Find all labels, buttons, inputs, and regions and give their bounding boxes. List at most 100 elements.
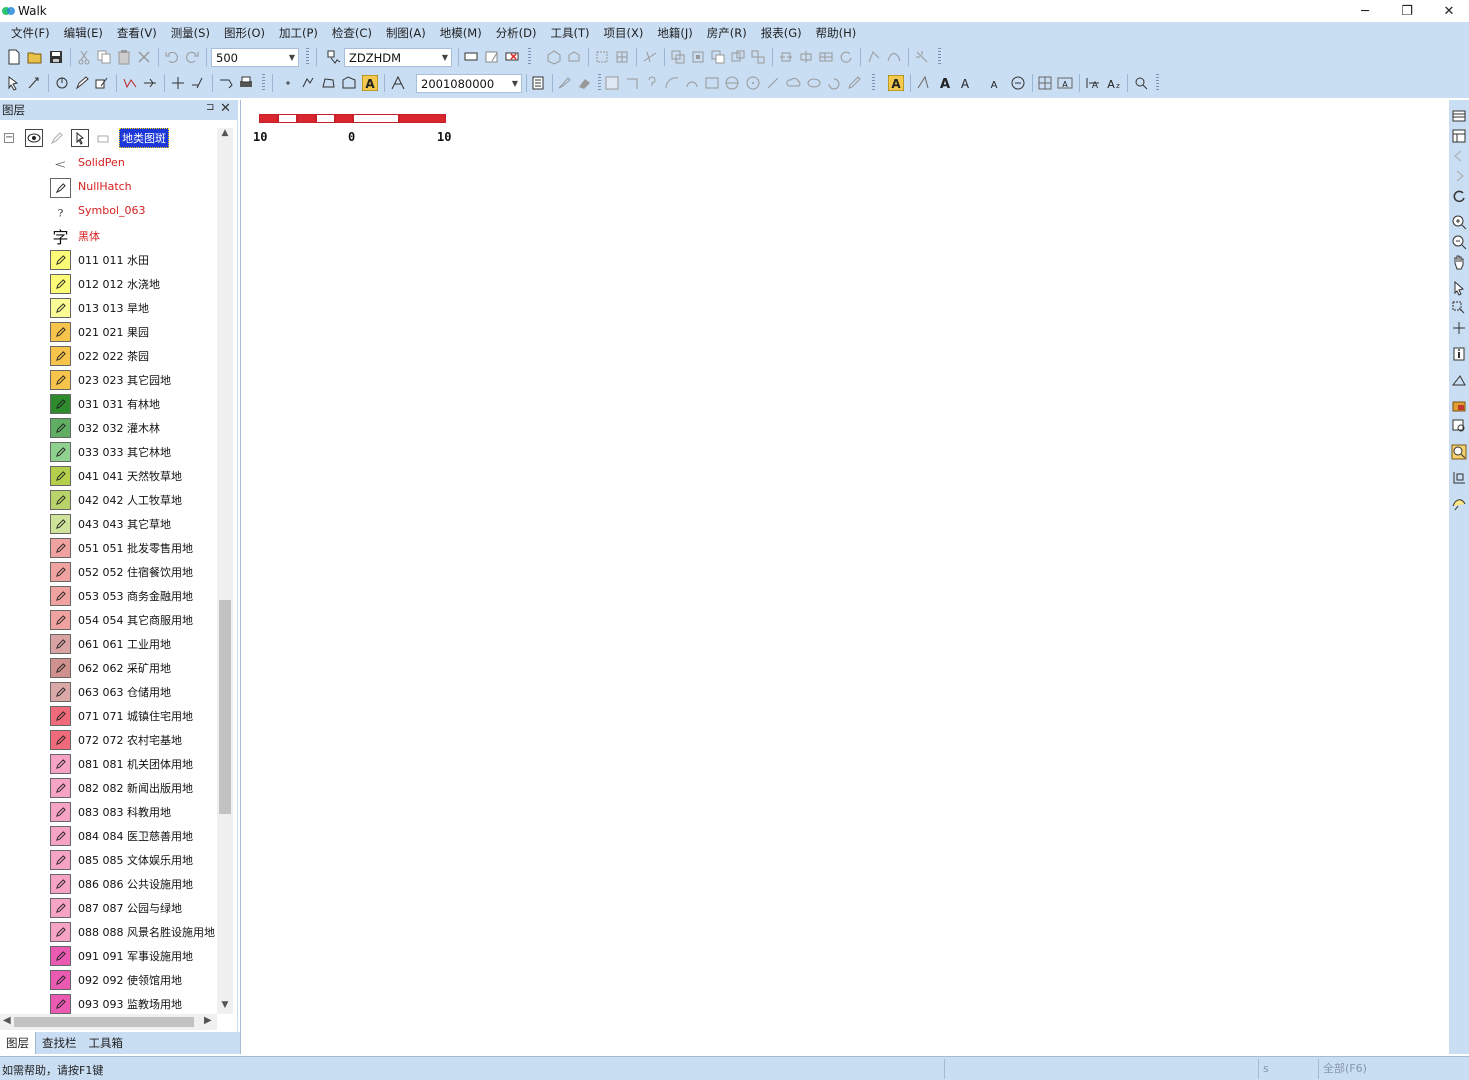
layer-row[interactable]: 021 021 果园 — [0, 319, 217, 343]
layer-vertical-scrollbar[interactable]: ▲ ▼ — [217, 128, 233, 1014]
menu-graphics[interactable]: 图形(O) — [217, 25, 272, 41]
arc-icon[interactable] — [664, 75, 680, 91]
layer-color-swatch[interactable] — [50, 898, 71, 918]
layer-row[interactable]: 031 031 有林地 — [0, 391, 217, 415]
layer-color-swatch[interactable] — [50, 418, 71, 438]
layer-color-swatch[interactable] — [50, 538, 71, 558]
menu-check[interactable]: 检查(C) — [325, 25, 379, 41]
menu-cadastre[interactable]: 地籍(J) — [650, 25, 699, 41]
layer-color-swatch[interactable] — [50, 922, 71, 942]
dimension-icon[interactable] — [765, 75, 781, 91]
feature-code-combo[interactable]: 2001080000 ▼ — [416, 74, 522, 93]
snap-icon[interactable] — [94, 129, 112, 147]
menu-property[interactable]: 房产(R) — [700, 25, 754, 41]
symbol-icon[interactable] — [390, 75, 406, 91]
tab-layers[interactable]: 图层 — [0, 1032, 36, 1054]
layer-row[interactable]: 022 022 茶园 — [0, 343, 217, 367]
table-view-icon[interactable] — [1451, 128, 1467, 144]
layer-row[interactable]: 052 052 住宿餐饮用地 — [0, 559, 217, 583]
pointer-icon[interactable] — [1451, 280, 1467, 296]
layer-row[interactable]: 087 087 公园与绿地 — [0, 895, 217, 919]
collapse-icon[interactable]: − — [4, 133, 14, 143]
extend-line-icon[interactable] — [190, 75, 206, 91]
new-file-icon[interactable] — [6, 49, 22, 65]
layer-row[interactable]: 012 012 水浇地 — [0, 271, 217, 295]
back-arrow-icon[interactable] — [1451, 148, 1467, 164]
brush-icon[interactable] — [556, 75, 572, 91]
offset-icon[interactable] — [710, 49, 726, 65]
corner-icon[interactable] — [624, 75, 640, 91]
style-row[interactable]: ? Symbol_063 — [0, 199, 217, 223]
open-folder-icon[interactable] — [27, 49, 43, 65]
text-icon[interactable]: A — [362, 75, 378, 91]
layer-row[interactable]: 032 032 灌木林 — [0, 415, 217, 439]
layer-row[interactable]: 082 082 新闻出版用地 — [0, 775, 217, 799]
ellipse-icon[interactable] — [806, 75, 822, 91]
layer-row[interactable]: 081 081 机关团体用地 — [0, 751, 217, 775]
refresh-icon[interactable] — [838, 49, 854, 65]
text-align-icon[interactable]: A — [1085, 75, 1101, 91]
edit-disabled-icon[interactable] — [48, 129, 66, 147]
menu-help[interactable]: 帮助(H) — [809, 25, 864, 41]
drawing-canvas[interactable]: 10 0 10 — [240, 100, 1448, 1054]
ring-icon[interactable] — [826, 75, 842, 91]
properties-icon[interactable] — [484, 49, 500, 65]
menu-analysis[interactable]: 分析(D) — [489, 25, 544, 41]
style-row[interactable]: SolidPen — [0, 151, 217, 175]
layer-color-swatch[interactable] — [50, 298, 71, 318]
coordinate-icon[interactable] — [1451, 470, 1467, 486]
layer-color-swatch[interactable] — [50, 394, 71, 414]
layer-color-swatch[interactable] — [50, 442, 71, 462]
model-icon[interactable] — [566, 49, 582, 65]
zoom-out-icon[interactable] — [1451, 234, 1467, 250]
layer-color-swatch[interactable] — [50, 610, 71, 630]
3d-view-icon[interactable] — [546, 49, 562, 65]
crosshair-icon[interactable] — [1451, 320, 1467, 336]
layer-color-swatch[interactable] — [50, 466, 71, 486]
layer-row[interactable]: 083 083 科教用地 — [0, 799, 217, 823]
layer-row[interactable]: 051 051 批发零售用地 — [0, 535, 217, 559]
cross-line-icon[interactable] — [170, 75, 186, 91]
cloud-icon[interactable] — [786, 75, 802, 91]
maximize-button[interactable]: ❐ — [1385, 0, 1429, 22]
rectangle-icon[interactable] — [704, 75, 720, 91]
move-entity-icon[interactable] — [690, 49, 706, 65]
layer-color-swatch[interactable] — [50, 970, 71, 990]
node-pick-icon[interactable] — [26, 75, 42, 91]
point-icon[interactable] — [280, 75, 296, 91]
text-style-icon[interactable]: A — [888, 75, 904, 91]
scroll-up-icon[interactable]: ▲ — [217, 128, 233, 142]
layer-code-combo[interactable]: ZDZHDM ▼ — [344, 48, 452, 67]
layer-color-swatch[interactable] — [50, 802, 71, 822]
layer-color-swatch[interactable] — [50, 370, 71, 390]
scale-combo[interactable]: 500 ▼ — [211, 48, 299, 67]
layer-color-swatch[interactable] — [50, 634, 71, 654]
layer-row[interactable]: 023 023 其它园地 — [0, 367, 217, 391]
scroll-down-icon[interactable]: ▼ — [217, 1000, 233, 1014]
paste-icon[interactable] — [116, 49, 132, 65]
window-select-icon[interactable] — [1451, 300, 1467, 316]
layer-row[interactable]: 088 088 风景名胜设施用地 — [0, 919, 217, 943]
undo-icon[interactable] — [164, 49, 180, 65]
close-panel-icon[interactable]: ✕ — [220, 101, 231, 116]
polyline-icon[interactable] — [122, 75, 138, 91]
grid-text-icon[interactable] — [1037, 75, 1053, 91]
text-find-icon[interactable] — [1010, 75, 1026, 91]
layer-root-row[interactable]: − 地类图斑 — [0, 127, 217, 149]
layer-color-swatch[interactable] — [50, 346, 71, 366]
layer-row[interactable]: 086 086 公共设施用地 — [0, 871, 217, 895]
pointer-select-icon[interactable] — [6, 75, 22, 91]
text-bold-icon[interactable]: A — [937, 75, 953, 91]
array-icon[interactable] — [750, 49, 766, 65]
rotate-icon[interactable] — [54, 75, 70, 91]
search-text-icon[interactable] — [1133, 75, 1149, 91]
scroll-right-icon[interactable]: ▶ — [204, 1015, 212, 1026]
chevron-down-icon[interactable]: ▼ — [286, 49, 298, 66]
layers-icon[interactable] — [1451, 108, 1467, 124]
rect-draw-icon[interactable] — [604, 75, 620, 91]
menu-terrain[interactable]: 地模(M) — [433, 25, 489, 41]
style-row[interactable]: 字黑体 — [0, 223, 217, 247]
layer-color-swatch[interactable] — [50, 274, 71, 294]
layer-row[interactable]: 033 033 其它林地 — [0, 439, 217, 463]
cut-icon[interactable] — [76, 49, 92, 65]
